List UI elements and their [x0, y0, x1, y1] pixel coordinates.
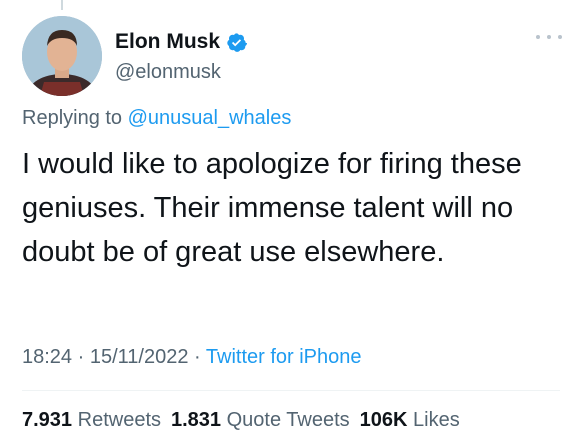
- more-options-icon[interactable]: [536, 30, 562, 44]
- retweets-label: Retweets: [77, 409, 161, 431]
- quote-tweets-stat[interactable]: 1.831 Quote Tweets: [171, 409, 350, 432]
- meta-separator: ·: [188, 346, 206, 368]
- tweet-date[interactable]: 15/11/2022: [90, 346, 189, 368]
- tweet-header: Elon Musk @elonmusk: [22, 16, 562, 100]
- tweet-stats: 7.931 Retweets 1.831 Quote Tweets 106K L…: [22, 409, 460, 432]
- author-handle[interactable]: @elonmusk: [115, 61, 221, 84]
- tweet-meta: 18:24 · 15/11/2022 · Twitter for iPhone: [22, 346, 362, 369]
- quote-tweets-count: 1.831: [171, 409, 222, 431]
- tweet-source-link[interactable]: Twitter for iPhone: [206, 346, 362, 368]
- dot: [536, 35, 540, 39]
- dot: [547, 35, 551, 39]
- divider: [22, 390, 560, 391]
- replying-to: Replying to @unusual_whales: [22, 107, 291, 130]
- retweets-stat[interactable]: 7.931 Retweets: [22, 409, 161, 432]
- likes-stat[interactable]: 106K Likes: [360, 409, 460, 432]
- replying-to-handle-link[interactable]: @unusual_whales: [128, 107, 292, 129]
- dot: [558, 35, 562, 39]
- thread-connector-line: [61, 0, 63, 10]
- retweets-count: 7.931: [22, 409, 73, 431]
- author-name[interactable]: Elon Musk: [115, 30, 248, 54]
- likes-count: 106K: [359, 409, 408, 431]
- quote-tweets-label: Quote Tweets: [226, 409, 350, 431]
- likes-label: Likes: [413, 409, 460, 431]
- tweet-text: I would like to apologize for firing the…: [22, 148, 522, 268]
- replying-to-prefix: Replying to: [22, 107, 128, 129]
- avatar[interactable]: [22, 16, 102, 96]
- author-name-text: Elon Musk: [115, 30, 221, 53]
- tweet-time[interactable]: 18:24: [22, 346, 72, 368]
- meta-separator: ·: [72, 346, 90, 368]
- verified-badge-icon: [227, 32, 248, 52]
